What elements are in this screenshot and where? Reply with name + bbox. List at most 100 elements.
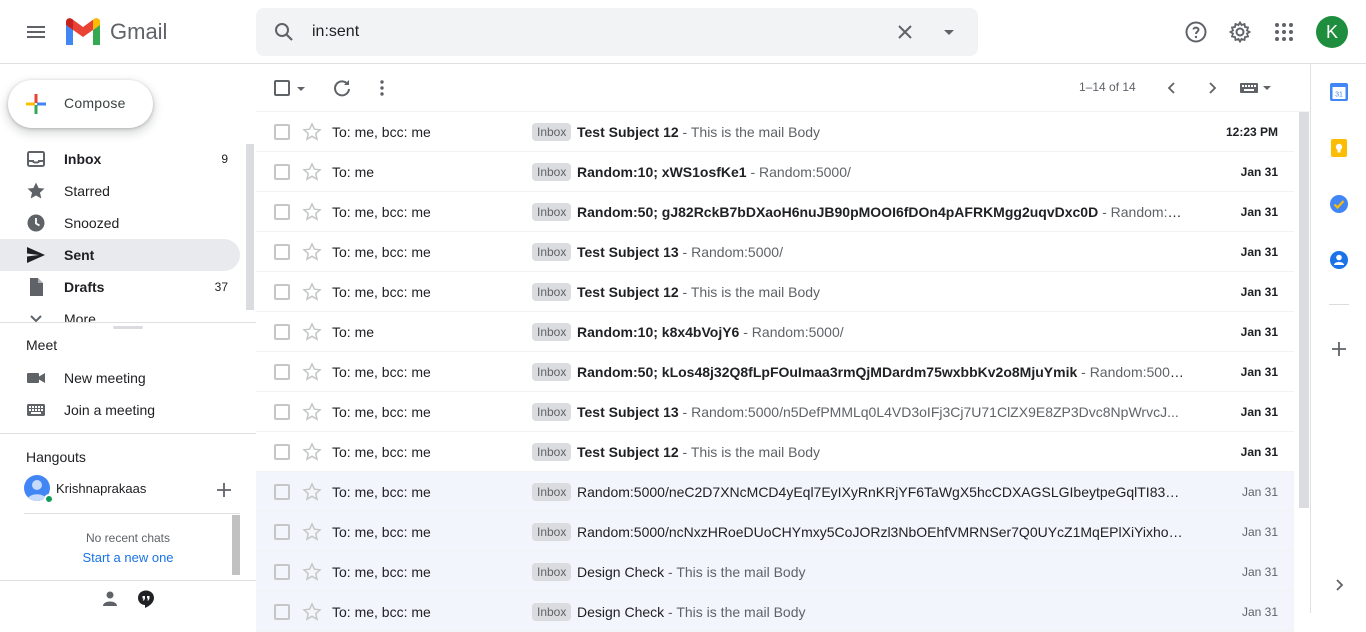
inbox-label-badge[interactable]: Inbox — [532, 203, 572, 221]
inbox-label-badge[interactable]: Inbox — [532, 443, 572, 461]
search-options-icon[interactable] — [937, 20, 961, 44]
contacts-person-icon[interactable] — [100, 589, 120, 609]
chevron-right-icon[interactable] — [1202, 78, 1222, 98]
email-content: Test Subject 12 - This is the mail Body — [577, 124, 1185, 140]
add-icon[interactable] — [1329, 339, 1349, 359]
inbox-label-badge[interactable]: Inbox — [532, 483, 572, 501]
sidebar-item-inbox[interactable]: Inbox 9 — [0, 143, 240, 175]
inbox-label-badge[interactable]: Inbox — [532, 243, 572, 261]
hangouts-user-name[interactable]: Krishnaprakaas — [56, 481, 146, 496]
search-input[interactable] — [312, 20, 872, 44]
row-checkbox[interactable] — [274, 444, 290, 460]
drag-handle[interactable] — [113, 326, 143, 329]
inbox-label-badge[interactable]: Inbox — [532, 403, 572, 421]
help-icon[interactable] — [1184, 20, 1208, 44]
row-checkbox[interactable] — [274, 404, 290, 420]
sidebar-item-snoozed[interactable]: Snoozed — [0, 207, 240, 239]
apps-grid-icon[interactable] — [1272, 20, 1296, 44]
row-checkbox[interactable] — [274, 244, 290, 260]
email-date: Jan 31 — [1241, 485, 1278, 499]
calendar-icon[interactable]: 31 — [1329, 82, 1349, 102]
hangouts-chat-icon[interactable] — [136, 589, 156, 609]
email-row[interactable]: To: me, bcc: me Inbox Test Subject 13 - Ra… — [256, 392, 1294, 432]
gear-icon[interactable] — [1228, 20, 1252, 44]
inbox-label-badge[interactable]: Inbox — [532, 363, 572, 381]
row-checkbox[interactable] — [274, 324, 290, 340]
row-checkbox[interactable] — [274, 124, 290, 140]
sidebar-item-drafts[interactable]: Drafts 37 — [0, 271, 240, 303]
email-row[interactable]: To: me, bcc: me Inbox Test Subject 13 - Ra… — [256, 232, 1294, 272]
email-row[interactable]: To: me, bcc: me Inbox Random:50; gJ82RckB7… — [256, 192, 1294, 232]
refresh-icon[interactable] — [332, 78, 352, 98]
input-tools-icon[interactable] — [1238, 78, 1274, 98]
email-subject: Design Check — [577, 604, 665, 620]
inbox-label-badge[interactable]: Inbox — [532, 163, 572, 181]
keep-icon[interactable] — [1329, 138, 1349, 158]
email-row[interactable]: To: me, bcc: me Inbox Design Check - This … — [256, 552, 1294, 592]
sidebar-item-more[interactable]: More — [0, 303, 240, 323]
meet-item-label: Join a meeting — [64, 402, 156, 418]
row-checkbox[interactable] — [274, 164, 290, 180]
email-row[interactable]: To: me, bcc: me Inbox Test Subject 12 - Th… — [256, 112, 1294, 152]
menu-icon[interactable] — [24, 20, 48, 44]
join-meeting-item[interactable]: Join a meeting — [0, 394, 256, 426]
row-checkbox[interactable] — [274, 284, 290, 300]
star-outline-icon[interactable] — [302, 442, 322, 462]
email-row[interactable]: To: me, bcc: me Inbox Test Subject 12 - Th… — [256, 432, 1294, 472]
row-checkbox[interactable] — [274, 364, 290, 380]
inbox-label-badge[interactable]: Inbox — [532, 603, 572, 621]
chevron-left-icon[interactable] — [1162, 78, 1182, 98]
plus-icon — [26, 94, 46, 114]
star-outline-icon[interactable] — [302, 522, 322, 542]
compose-button[interactable]: Compose — [8, 80, 153, 128]
mail-list-scrollbar[interactable] — [1299, 112, 1309, 508]
hangouts-scrollbar[interactable] — [232, 515, 240, 575]
close-icon[interactable] — [893, 20, 917, 44]
email-row[interactable]: To: me, bcc: me Inbox Design Check - This … — [256, 592, 1294, 632]
star-outline-icon[interactable] — [302, 322, 322, 342]
star-outline-icon[interactable] — [302, 362, 322, 382]
star-outline-icon[interactable] — [302, 122, 322, 142]
contacts-icon[interactable] — [1329, 250, 1349, 270]
inbox-label-badge[interactable]: Inbox — [532, 323, 572, 341]
email-date: Jan 31 — [1240, 365, 1278, 379]
row-checkbox[interactable] — [274, 204, 290, 220]
row-checkbox[interactable] — [274, 524, 290, 540]
account-avatar[interactable]: K — [1316, 16, 1348, 48]
sidebar-scrollbar[interactable] — [246, 144, 254, 310]
inbox-label-badge[interactable]: Inbox — [532, 563, 572, 581]
more-vert-icon[interactable] — [372, 78, 392, 98]
star-outline-icon[interactable] — [302, 242, 322, 262]
select-dropdown-icon[interactable] — [294, 78, 308, 98]
email-row[interactable]: To: me Inbox Random:10; xWS1osfKe1 - Rando… — [256, 152, 1294, 192]
email-row[interactable]: To: me, bcc: me Inbox Test Subject 12 - Th… — [256, 272, 1294, 312]
chevron-right-icon[interactable] — [1329, 575, 1349, 595]
email-snippet: - Random:5000/ — [746, 164, 851, 180]
star-outline-icon[interactable] — [302, 482, 322, 502]
email-row[interactable]: To: me, bcc: me Inbox Random:5000/neC2D7XN… — [256, 472, 1294, 512]
star-outline-icon[interactable] — [302, 162, 322, 182]
start-new-chat-link[interactable]: Start a new one — [24, 550, 232, 565]
star-outline-icon[interactable] — [302, 402, 322, 422]
tasks-icon[interactable] — [1329, 194, 1349, 214]
select-all-checkbox[interactable] — [274, 80, 290, 96]
row-checkbox[interactable] — [274, 604, 290, 620]
new-meeting-item[interactable]: New meeting — [0, 362, 256, 394]
email-row[interactable]: To: me, bcc: me Inbox Random:5000/ncNxzHRo… — [256, 512, 1294, 552]
search-icon[interactable] — [272, 20, 296, 44]
inbox-label-badge[interactable]: Inbox — [532, 123, 572, 141]
email-row[interactable]: To: me, bcc: me Inbox Random:50; kLos48j32… — [256, 352, 1294, 392]
row-checkbox[interactable] — [274, 564, 290, 580]
star-outline-icon[interactable] — [302, 202, 322, 222]
add-icon[interactable] — [214, 480, 234, 500]
sidebar-item-starred[interactable]: Starred — [0, 175, 240, 207]
sidebar-item-sent[interactable]: Sent — [0, 239, 240, 271]
inbox-label-badge[interactable]: Inbox — [532, 283, 572, 301]
inbox-label-badge[interactable]: Inbox — [532, 523, 572, 541]
star-outline-icon[interactable] — [302, 562, 322, 582]
row-checkbox[interactable] — [274, 484, 290, 500]
star-outline-icon[interactable] — [302, 602, 322, 622]
gmail-logo[interactable]: Gmail — [64, 16, 167, 48]
star-outline-icon[interactable] — [302, 282, 322, 302]
email-row[interactable]: To: me Inbox Random:10; k8x4bVojY6 - Rando… — [256, 312, 1294, 352]
